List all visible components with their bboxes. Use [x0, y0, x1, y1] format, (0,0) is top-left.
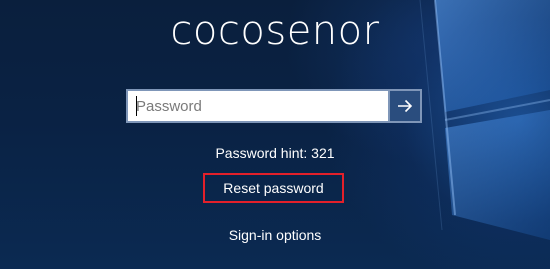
password-row	[126, 89, 422, 123]
sign-in-options-link[interactable]: Sign-in options	[0, 227, 550, 243]
lock-screen: cocosenor Password hint: 321 Reset passw…	[0, 0, 550, 269]
text-caret	[136, 96, 137, 116]
user-name: cocosenor	[170, 8, 380, 54]
arrow-right-icon	[398, 99, 413, 113]
reset-password-label: Reset password	[223, 180, 324, 196]
password-hint: Password hint: 321	[215, 145, 335, 161]
reset-password-link[interactable]: Reset password	[203, 173, 344, 203]
submit-button[interactable]	[388, 89, 422, 123]
password-input[interactable]	[126, 89, 388, 123]
